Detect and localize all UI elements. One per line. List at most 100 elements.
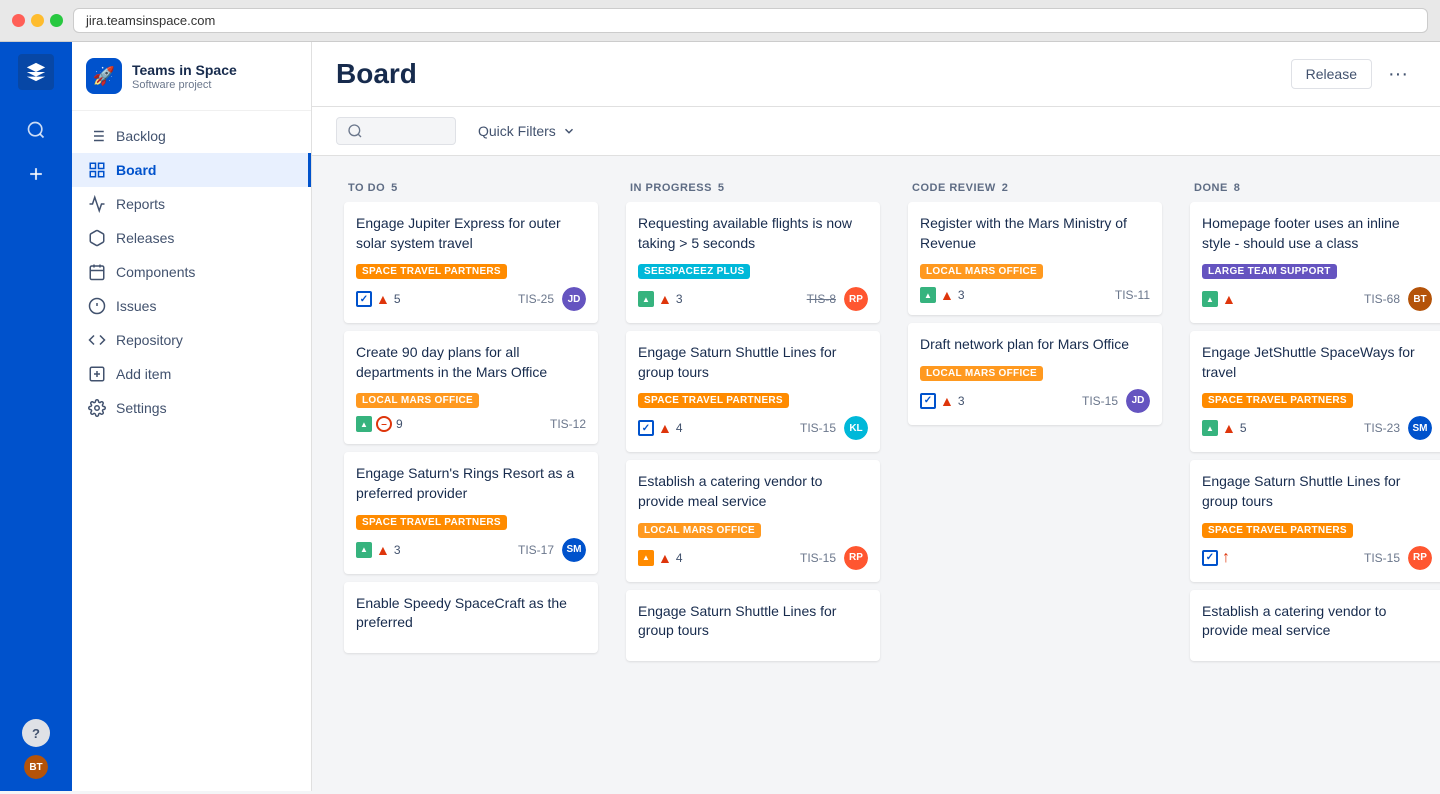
address-bar[interactable]: jira.teamsinspace.com <box>73 8 1428 33</box>
card-label: SEESPACEEZ PLUS <box>638 264 750 279</box>
card-speedy[interactable]: Enable Speedy SpaceCraft as the preferre… <box>344 582 598 653</box>
user-avatar[interactable]: BT <box>24 755 48 779</box>
card-title: Establish a catering vendor to provide m… <box>638 472 868 511</box>
card-tis68[interactable]: Homepage footer uses an inline style - s… <box>1190 202 1440 323</box>
sidebar-label-add-item: Add item <box>116 366 171 382</box>
card-tis23[interactable]: Engage JetShuttle SpaceWays for travel S… <box>1190 331 1440 452</box>
priority-high-icon: ▲ <box>940 393 954 409</box>
project-header: 🚀 Teams in Space Software project <box>72 42 311 111</box>
column-header-done: DONE 8 <box>1182 172 1440 202</box>
column-inprogress: IN PROGRESS 5 Requesting available fligh… <box>618 172 888 775</box>
story-points: 3 <box>394 543 401 557</box>
sidebar-item-reports[interactable]: Reports <box>72 187 311 221</box>
priority-high-icon: ▲ <box>1222 420 1236 436</box>
sidebar-item-releases[interactable]: Releases <box>72 221 311 255</box>
card-tis12[interactable]: Create 90 day plans for all departments … <box>344 331 598 444</box>
icon-rail: ? BT <box>0 42 72 791</box>
sidebar-item-board[interactable]: Board <box>72 153 311 187</box>
card-footer: ▲ 3 TIS-17 SM <box>356 538 586 562</box>
assignee-avatar: RP <box>844 287 868 311</box>
board: TO DO 5 Engage Jupiter Express for outer… <box>336 172 1440 775</box>
assignee-avatar: BT <box>1408 287 1432 311</box>
card-tis8[interactable]: Requesting available flights is now taki… <box>626 202 880 323</box>
card-footer: ▲ 5 TIS-25 JD <box>356 287 586 311</box>
filters-bar: Quick Filters <box>312 107 1440 156</box>
sidebar-label-backlog: Backlog <box>116 128 166 144</box>
rail-add[interactable] <box>16 154 56 194</box>
sidebar-item-add-item[interactable]: Add item <box>72 357 311 391</box>
card-footer: ▲ 3 TIS-8 RP <box>638 287 868 311</box>
column-cards-codereview: Register with the Mars Ministry of Reven… <box>900 202 1170 775</box>
quick-filters-button[interactable]: Quick Filters <box>468 118 586 144</box>
sidebar-label-board: Board <box>116 162 156 178</box>
column-done: DONE 8 Homepage footer uses an inline st… <box>1182 172 1440 775</box>
sidebar-label-settings: Settings <box>116 400 167 416</box>
card-icons: ▲ 5 <box>1202 420 1247 436</box>
card-tis25[interactable]: Engage Jupiter Express for outer solar s… <box>344 202 598 323</box>
card-title: Engage Jupiter Express for outer solar s… <box>356 214 586 253</box>
priority-high-icon: ▲ <box>1222 291 1236 307</box>
column-codereview: CODE REVIEW 2 Register with the Mars Min… <box>900 172 1170 775</box>
rail-bottom: ? BT <box>22 719 50 791</box>
card-meta: TIS-8 RP <box>807 287 868 311</box>
priority-high-icon: ▲ <box>376 542 390 558</box>
card-icons: ▲ 4 <box>638 550 683 566</box>
priority-high-icon: ▲ <box>658 291 672 307</box>
ticket-id: TIS-15 <box>800 421 836 435</box>
card-title: Engage Saturn Shuttle Lines for group to… <box>638 602 868 641</box>
help-button[interactable]: ? <box>22 719 50 747</box>
story-icon <box>638 291 654 307</box>
browser-chrome: jira.teamsinspace.com <box>0 0 1440 42</box>
traffic-lights <box>12 14 63 27</box>
card-tis15d[interactable]: Engage Saturn Shuttle Lines for group to… <box>1190 460 1440 581</box>
sidebar-item-repository[interactable]: Repository <box>72 323 311 357</box>
column-header-codereview: CODE REVIEW 2 <box>900 172 1170 202</box>
sidebar-item-backlog[interactable]: Backlog <box>72 119 311 153</box>
close-button[interactable] <box>12 14 25 27</box>
card-tis11[interactable]: Register with the Mars Ministry of Reven… <box>908 202 1162 315</box>
card-label: SPACE TRAVEL PARTNERS <box>1202 393 1353 408</box>
project-name: Teams in Space <box>132 61 237 79</box>
card-catering2[interactable]: Establish a catering vendor to provide m… <box>1190 590 1440 661</box>
checkbox-icon <box>638 420 654 436</box>
ticket-id: TIS-12 <box>550 417 586 431</box>
app: ? BT 🚀 Teams in Space Software project B… <box>0 42 1440 791</box>
chevron-down-icon <box>562 124 576 138</box>
story-points: 4 <box>676 551 683 565</box>
card-footer: ▲ 5 TIS-23 SM <box>1202 416 1432 440</box>
search-box[interactable] <box>336 117 456 145</box>
sidebar-label-components: Components <box>116 264 195 280</box>
card-tis15a[interactable]: Engage Saturn Shuttle Lines for group to… <box>626 331 880 452</box>
card-tis17[interactable]: Engage Saturn's Rings Resort as a prefer… <box>344 452 598 573</box>
minimize-button[interactable] <box>31 14 44 27</box>
column-cards-inprogress: Requesting available flights is now taki… <box>618 202 888 775</box>
ticket-id: TIS-25 <box>518 292 554 306</box>
sidebar-label-issues: Issues <box>116 298 156 314</box>
app-logo[interactable] <box>18 54 54 90</box>
sidebar-item-issues[interactable]: Issues <box>72 289 311 323</box>
release-button[interactable]: Release <box>1291 59 1372 89</box>
checkbox-icon <box>1202 550 1218 566</box>
sidebar-item-components[interactable]: Components <box>72 255 311 289</box>
priority-high-icon: ▲ <box>658 550 672 566</box>
sidebar-item-settings[interactable]: Settings <box>72 391 311 425</box>
maximize-button[interactable] <box>50 14 63 27</box>
story-points: 5 <box>394 292 401 306</box>
ticket-id: TIS-15 <box>1364 551 1400 565</box>
card-tis15b[interactable]: Establish a catering vendor to provide m… <box>626 460 880 581</box>
card-label: SPACE TRAVEL PARTNERS <box>1202 523 1353 538</box>
card-shuttle2[interactable]: Engage Saturn Shuttle Lines for group to… <box>626 590 880 661</box>
quick-filters-label: Quick Filters <box>478 123 556 139</box>
card-label: LOCAL MARS OFFICE <box>920 264 1043 279</box>
card-title: Register with the Mars Ministry of Reven… <box>920 214 1150 253</box>
card-tis15c[interactable]: Draft network plan for Mars Office LOCAL… <box>908 323 1162 425</box>
card-meta: TIS-15 JD <box>1082 389 1150 413</box>
card-meta: TIS-23 SM <box>1364 416 1432 440</box>
priority-high-icon: ▲ <box>376 291 390 307</box>
card-icons: ↑ <box>1202 549 1230 567</box>
rail-search[interactable] <box>16 110 56 150</box>
more-options-button[interactable]: ··· <box>1380 59 1416 90</box>
column-title-done: DONE <box>1194 182 1228 194</box>
ticket-id: TIS-11 <box>1115 288 1150 302</box>
card-meta: TIS-15 KL <box>800 416 868 440</box>
